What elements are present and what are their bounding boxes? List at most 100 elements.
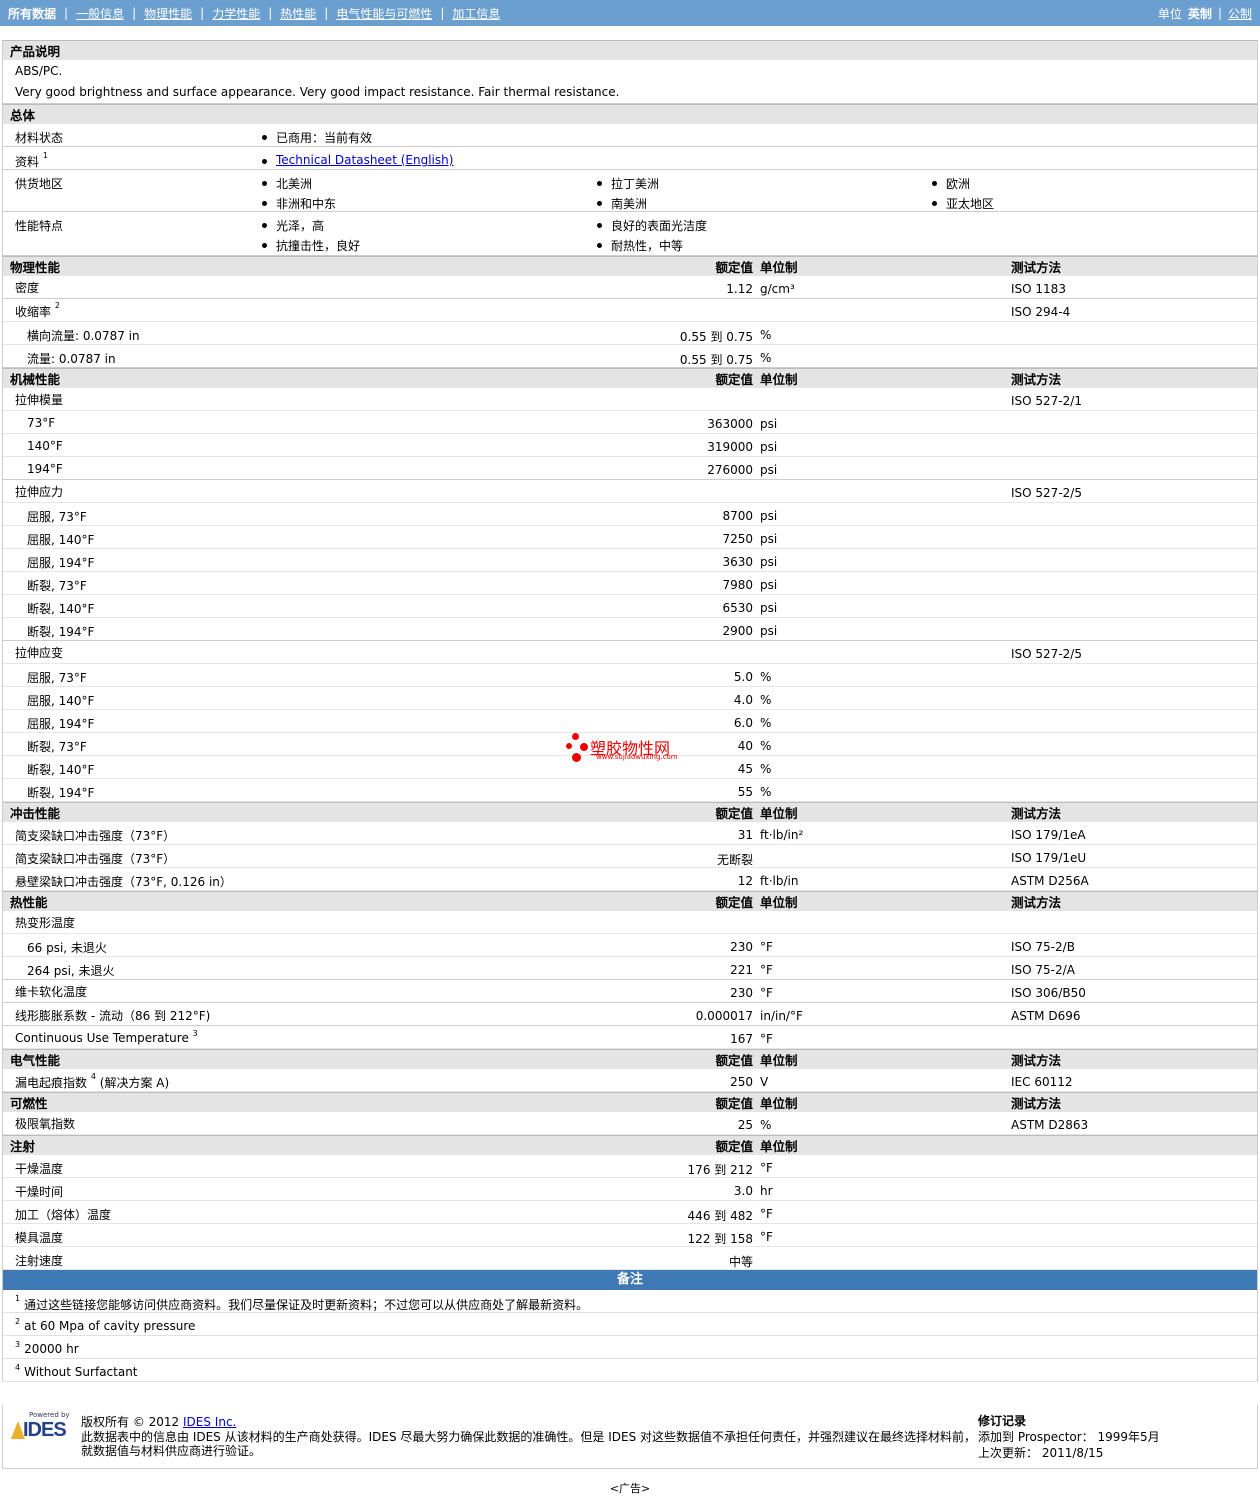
prop-unit: % [760,716,772,730]
prop-label: 断裂, 194°F [27,625,95,639]
note-content: 4 Without Surfactant [15,1363,138,1379]
row-density: 密度 1.12 g/cm³ ISO 1183 [3,276,1257,299]
col-header-value: 额定值 [715,1139,753,1154]
prop-value: 4.0 [733,693,753,707]
prop-unit: hr [760,1184,773,1198]
prop-label-suffix: (解决方案 A) [99,1076,170,1090]
note-text: 通过这些链接您能够访问供应商资料。我们尽量保证及时更新资料；不过您可以从供应商处… [24,1298,589,1312]
note-number: 2 [15,1317,21,1326]
ides-inc-link[interactable]: IDES Inc. [183,1415,236,1429]
col-header-method: 测试方法 [1011,1053,1062,1068]
prop-value: 中等 [728,1255,753,1269]
section-title: 物理性能 [10,260,61,275]
table-row: 屈服, 140°F 4.0% [3,687,1257,710]
prop-label: 密度 [15,281,40,295]
prop-unit: ft·lb/in [760,874,799,888]
section-title: 冲击性能 [10,806,61,821]
prop-unit: % [760,670,772,684]
tab-general-info[interactable]: 一般信息 [76,5,124,22]
prop-unit: g/cm³ [760,282,795,296]
prop-value: 45 [737,762,753,776]
prop-unit: % [760,739,772,753]
revision-updated: 上次更新： 2011/8/15 [978,1446,1104,1460]
prop-unit: °F [760,1230,773,1244]
col-header-value: 额定值 [715,260,753,275]
prop-label: 拉伸应变 [15,646,64,660]
prop-value: 40 [737,739,753,753]
injection-rows: 干燥温度 176 到 212 °F 干燥时间 3.0 hr 加工（熔体）温度 446 到 48… [3,1155,1257,1270]
prop-value: 6.0 [733,716,753,730]
prop-method: ASTM D2863 [1011,1118,1089,1132]
section-injection: 注射 额定值 单位制 [3,1135,1257,1155]
tab-thermal[interactable]: 热性能 [280,5,316,22]
prop-value: 230 [730,940,753,954]
supply-region: 欧洲 [930,175,970,192]
prop-value: 6530 [722,601,753,615]
prop-method: ISO 75-2/B [1011,940,1075,954]
prop-label: 66 psi, 未退火 [27,941,107,955]
col-header-method: 测试方法 [1011,1096,1062,1111]
table-row: 屈服, 194°F 3630 psi [3,549,1257,572]
tab-mechanical[interactable]: 力学性能 [212,5,260,22]
supply-region: 非洲和中东 [260,195,336,212]
col-header-method: 测试方法 [1011,260,1062,275]
impact-rows: 简支梁缺口冲击强度（73°F） 31 ft·lb/in² ISO 179/1eA 简支梁… [3,822,1257,891]
prop-label: 断裂, 140°F [27,602,95,616]
unit-english[interactable]: 英制 [1188,5,1212,22]
technical-datasheet-link[interactable]: Technical Datasheet (English) [276,153,453,167]
prop-label: 断裂, 140°F [27,763,95,777]
footnote-ref: 4 [90,1072,96,1081]
prop-unit: psi [760,417,778,431]
tab-processing[interactable]: 加工信息 [452,5,500,22]
prop-method: ISO 75-2/A [1011,963,1075,977]
row-hdt: 热变形温度 [3,911,1257,934]
col-header-method: 测试方法 [1011,806,1062,821]
prop-value: 3.0 [733,1184,753,1198]
note-text: Without Surfactant [24,1365,138,1379]
note-number: 3 [15,1340,21,1349]
prop-method: ISO 179/1eU [1011,851,1087,865]
prop-label: 屈服, 194°F [27,556,95,570]
tab-physical[interactable]: 物理性能 [144,5,192,22]
row-vicat: 维卡软化温度 230 °F ISO 306/B50 [3,980,1257,1003]
prop-label: 极限氧指数 [15,1117,76,1131]
tab-electrical-flammability[interactable]: 电气性能与可燃性 [336,5,432,22]
table-row: 注射速度 中等 [3,1247,1257,1270]
table-row: 断裂, 73°F 7980 psi [3,572,1257,595]
nav-separator: | [64,6,69,20]
stress-rows: 屈服, 73°F 8700 psi 屈服, 140°F 7250 psi 屈服, 194°F… [3,503,1257,641]
prop-label: 73°F [27,416,56,430]
table-row: 干燥时间 3.0 hr [3,1178,1257,1201]
table-row: 模具温度 122 到 158 °F [3,1224,1257,1247]
col-header-unit: 单位制 [760,1139,798,1154]
prop-value: 319000 [707,440,753,454]
prop-unit: psi [760,601,778,615]
section-title: 总体 [10,108,36,123]
prop-label: 注射速度 [15,1254,64,1268]
note-item: 3 20000 hr [3,1336,1257,1359]
unit-metric-link[interactable]: 公制 [1228,5,1252,22]
watermark-url: www.sujiaowuxing.com [596,753,678,761]
ad-label: <广告> [609,1482,651,1495]
section-mechanical: 机械性能 额定值 单位制 测试方法 [3,368,1257,388]
shrinkage-rows: 横向流量: 0.0787 in 0.55 到 0.75% 流量: 0.0787 in… [3,322,1257,368]
prop-label: 悬壁梁缺口冲击强度（73°F, 0.126 in） [15,875,232,889]
prop-label: 干燥时间 [15,1185,64,1199]
footnote-ref: 3 [192,1029,198,1038]
prop-value: 12 [737,874,753,888]
col-header-unit: 单位制 [760,895,798,910]
unit-switch: 单位 英制 | 公制 [1158,5,1252,22]
prop-unit: % [760,328,772,342]
table-row: 屈服, 73°F 8700 psi [3,503,1257,526]
prop-value: 8700 [722,509,753,523]
ides-logo-text: IDES [23,1419,67,1441]
prop-unit: % [760,693,772,707]
table-row: 流量: 0.0787 in 0.55 到 0.75% [3,345,1257,368]
prop-value: 31 [737,828,753,842]
feature-item: 抗撞击性，良好 [260,237,360,254]
tab-all-data[interactable]: 所有数据 [8,5,56,22]
prop-method: ASTM D696 [1011,1009,1081,1023]
prop-method: IEC 60112 [1011,1075,1073,1089]
prop-unit: °F [760,1032,773,1046]
prop-value: 122 到 158 [687,1232,753,1246]
